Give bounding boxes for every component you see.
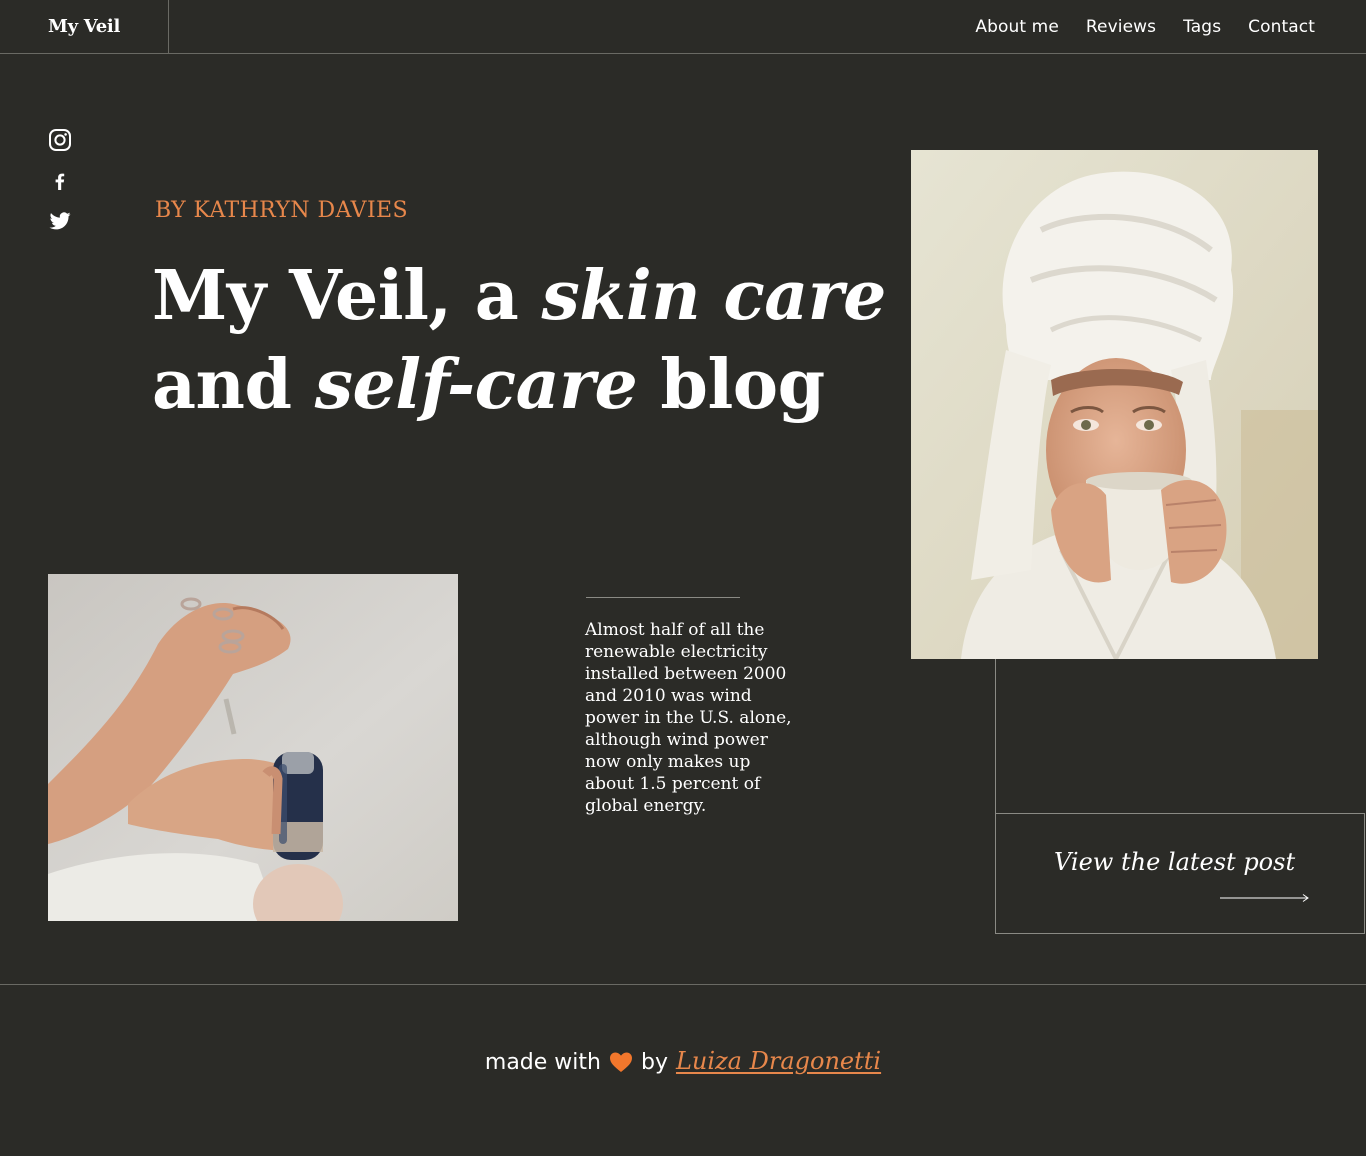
nav-item-about-me[interactable]: About me xyxy=(975,17,1058,37)
excerpt-text: Almost half of all the renewable electri… xyxy=(585,620,792,816)
arrow-right-icon xyxy=(1220,890,1310,908)
hero-photo-towel xyxy=(911,150,1318,659)
facebook-icon[interactable] xyxy=(48,169,72,193)
headline-part: My Veil, a xyxy=(152,256,542,336)
site-footer: made with by Luiza Dragonetti xyxy=(0,984,1366,1156)
headline-italic: self-care xyxy=(314,345,638,425)
instagram-icon[interactable] xyxy=(48,128,72,152)
nav-item-contact[interactable]: Contact xyxy=(1248,17,1315,37)
twitter-icon[interactable] xyxy=(48,209,72,233)
made-with-text: made with xyxy=(484,1050,601,1075)
excerpt-divider xyxy=(586,597,740,598)
heart-icon xyxy=(609,1051,633,1079)
page-title: My Veil, a skin care and self-care blog xyxy=(152,252,886,430)
brand-logo[interactable]: My Veil xyxy=(0,0,169,53)
author-link[interactable]: Luiza Dragonetti xyxy=(676,1047,881,1075)
credits: made with by Luiza Dragonetti xyxy=(0,1047,1366,1075)
site-header: My Veil About me Reviews Tags Contact xyxy=(0,0,1366,54)
nav-item-tags[interactable]: Tags xyxy=(1183,17,1221,37)
main-nav: About me Reviews Tags Contact xyxy=(975,0,1315,53)
by-text: by xyxy=(640,1050,668,1075)
decorative-line xyxy=(995,659,996,813)
author-byline: BY KATHRYN DAVIES xyxy=(155,198,408,223)
view-latest-post-button[interactable]: View the latest post xyxy=(995,813,1365,934)
headline-italic: skin care xyxy=(541,256,886,336)
latest-post-label: View the latest post xyxy=(1054,848,1296,876)
photo-serum-hands xyxy=(48,574,458,921)
headline-part: and xyxy=(152,345,315,425)
nav-item-reviews[interactable]: Reviews xyxy=(1086,17,1156,37)
headline-part: blog xyxy=(637,345,825,425)
